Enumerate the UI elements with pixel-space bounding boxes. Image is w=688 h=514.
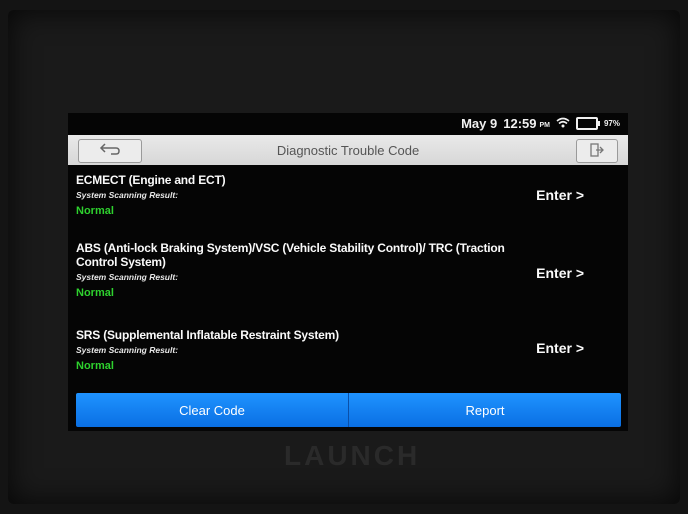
report-button[interactable]: Report [349,393,621,427]
system-name: ECMECT (Engine and ECT) [76,173,226,187]
exit-button[interactable] [576,139,618,163]
battery-percent: 97% [603,119,620,128]
exit-icon [590,142,604,160]
enter-button[interactable]: Enter > [536,340,584,356]
status-right: May 9 12:59 PM 97% [461,116,620,131]
status-time: 12:59 [503,116,537,131]
enter-button[interactable]: Enter > [536,187,584,203]
status-bar: May 9 12:59 PM 97% [68,113,628,135]
clear-code-button[interactable]: Clear Code [76,393,348,427]
status-badge: Normal [76,205,114,217]
device-screen: May 9 12:59 PM 97% Diagnostic Trouble Co… [68,113,628,431]
system-name: ABS (Anti-lock Braking System)/VSC (Vehi… [76,241,505,269]
battery-icon [575,117,600,130]
action-bar: Clear Code Report [76,393,621,427]
status-ampm: PM [539,122,550,129]
system-name: SRS (Supplemental Inflatable Restraint S… [76,328,339,342]
status-badge: Normal [76,360,114,372]
list-item: ECMECT (Engine and ECT) System Scanning … [68,173,628,241]
system-list: ECMECT (Engine and ECT) System Scanning … [68,173,628,388]
enter-button[interactable]: Enter > [536,265,584,281]
list-item: ABS (Anti-lock Braking System)/VSC (Vehi… [68,241,628,328]
wifi-icon [556,117,570,131]
brand-logo: LAUNCH [284,440,421,471]
title-bar: Diagnostic Trouble Code [68,135,628,165]
status-badge: Normal [76,287,114,299]
page-title: Diagnostic Trouble Code [276,143,420,158]
status-date: May 9 [461,116,498,131]
list-item: SRS (Supplemental Inflatable Restraint S… [68,328,628,388]
